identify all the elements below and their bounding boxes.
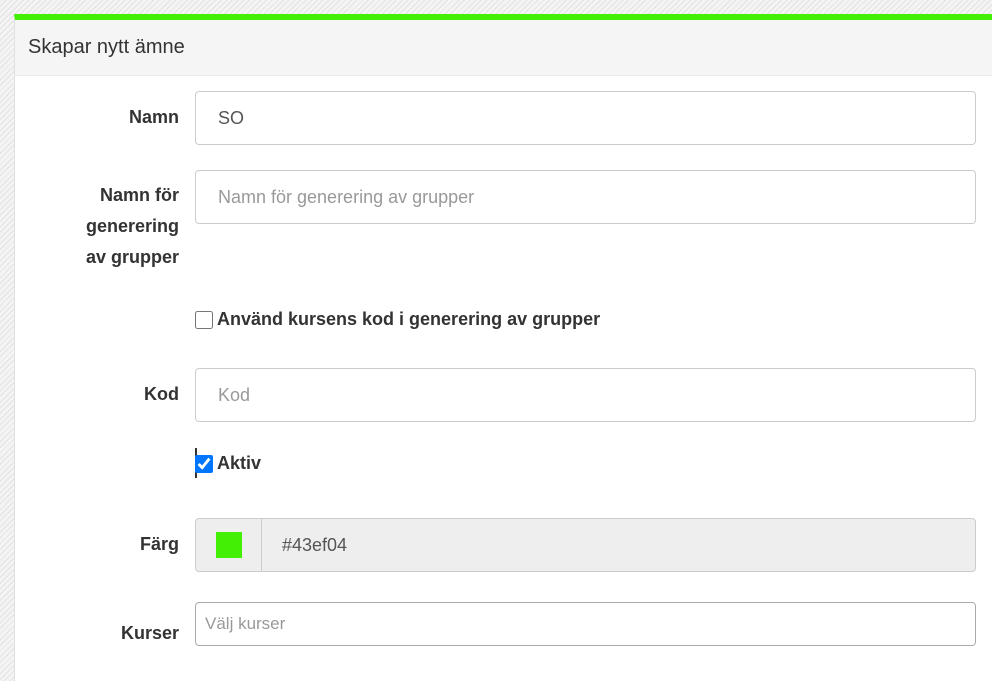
aktiv-checkbox[interactable] xyxy=(195,454,213,473)
aktiv-checkbox-row[interactable]: Aktiv xyxy=(195,453,261,474)
color-value: #43ef04 xyxy=(282,534,348,555)
use-course-code-checkbox[interactable] xyxy=(195,310,213,329)
color-swatch xyxy=(215,532,242,558)
generation-name-label-line-2: generering xyxy=(85,216,179,236)
kod-label: Kod xyxy=(144,384,179,404)
aktiv-label: Aktiv xyxy=(217,453,262,473)
panel-title: Skapar nytt ämne xyxy=(15,20,992,76)
generation-name-label-line-3: av grupper xyxy=(85,247,179,267)
kurser-label: Kurser xyxy=(120,623,179,643)
courses-select[interactable] xyxy=(195,602,976,646)
generation-name-label: Namn för generering av grupper xyxy=(15,180,179,273)
namn-label: Namn xyxy=(128,107,179,127)
generation-name-label-line-1: Namn för xyxy=(99,185,179,205)
use-course-code-checkbox-row[interactable]: Använd kursens kod i generering av grupp… xyxy=(195,309,600,330)
generation-name-input[interactable] xyxy=(195,170,976,224)
namn-input[interactable] xyxy=(195,91,976,145)
create-subject-panel: Skapar nytt ämne Namn Namn för genererin… xyxy=(14,14,992,681)
use-course-code-label: Använd kursens kod i generering av grupp… xyxy=(217,309,601,329)
farg-label: Färg xyxy=(139,534,179,554)
kod-input[interactable] xyxy=(195,368,976,422)
color-picker[interactable]: #43ef04 xyxy=(195,518,976,572)
color-swatch-addon[interactable] xyxy=(196,519,262,571)
